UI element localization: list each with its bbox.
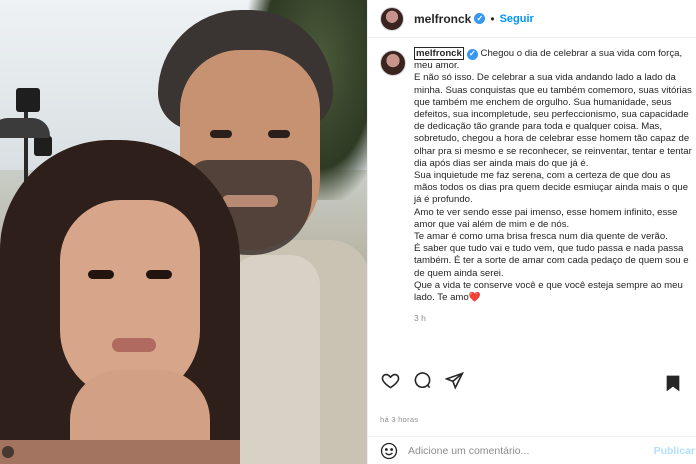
photo-umbrella (0, 118, 50, 138)
comment-bar: Publicar (368, 436, 696, 464)
caption-username[interactable]: melfronck (414, 47, 464, 60)
heart-outline-icon (381, 373, 399, 389)
caption-paragraph: É saber que tudo vai e tudo vem, que tud… (414, 243, 689, 279)
post-photo[interactable] (0, 0, 367, 464)
header-username[interactable]: melfronck (414, 12, 471, 26)
tag-indicator-icon[interactable] (2, 446, 14, 458)
smiley-icon (380, 442, 398, 459)
avatar[interactable] (380, 6, 404, 31)
post-header: melfronck ✓ • Seguir (368, 0, 696, 38)
caption-paragraph: Amo te ver sendo esse pai imenso, esse h… (414, 206, 678, 230)
emoji-picker-button[interactable] (380, 442, 398, 460)
caption-text: Que a vida te conserve você e que você e… (414, 279, 683, 304)
instagram-post: melfronck ✓ • Seguir melfronck ✓ Chegou o… (0, 0, 696, 464)
save-button[interactable] (663, 373, 683, 393)
caption-paragraph: melfronck ✓ Chegou o dia de celebrar a su… (414, 47, 695, 72)
post-side-panel: melfronck ✓ • Seguir melfronck ✓ Chegou o… (367, 0, 696, 464)
comment-icon (414, 371, 430, 388)
follow-button[interactable]: Seguir (500, 13, 534, 25)
caption: melfronck ✓ Chegou o dia de celebrar a su… (380, 47, 695, 338)
caption-paragraph: E não só isso. De celebrar a sua vida an… (414, 72, 692, 169)
publish-button[interactable]: Publicar (654, 445, 695, 457)
heart-emoji: ❤️ (468, 292, 481, 304)
comment-input[interactable] (408, 444, 648, 457)
caption-paragraph: Que a vida te conserve você e que você e… (414, 280, 695, 304)
bookmark-icon (666, 375, 680, 391)
paper-plane-icon (444, 371, 464, 390)
photo-woman (0, 140, 240, 464)
verified-badge-icon: ✓ (474, 13, 486, 24)
share-button[interactable] (444, 370, 464, 390)
post-time[interactable]: há 3 horas (380, 415, 418, 424)
header-separator: • (490, 11, 495, 26)
comment-button[interactable] (412, 370, 432, 390)
caption-body: melfronck ✓ Chegou o dia de celebrar a su… (414, 47, 695, 338)
action-bar (368, 367, 696, 393)
like-button[interactable] (380, 370, 400, 390)
verified-badge-icon: ✓ (466, 48, 478, 60)
caption-timestamp: 3 h (414, 313, 426, 324)
caption-paragraph: Sua inquietude me faz serena, com a cert… (414, 170, 689, 206)
caption-paragraph: Te amar é como uma brisa fresca num dia … (414, 231, 668, 243)
caption-avatar[interactable] (380, 50, 406, 76)
